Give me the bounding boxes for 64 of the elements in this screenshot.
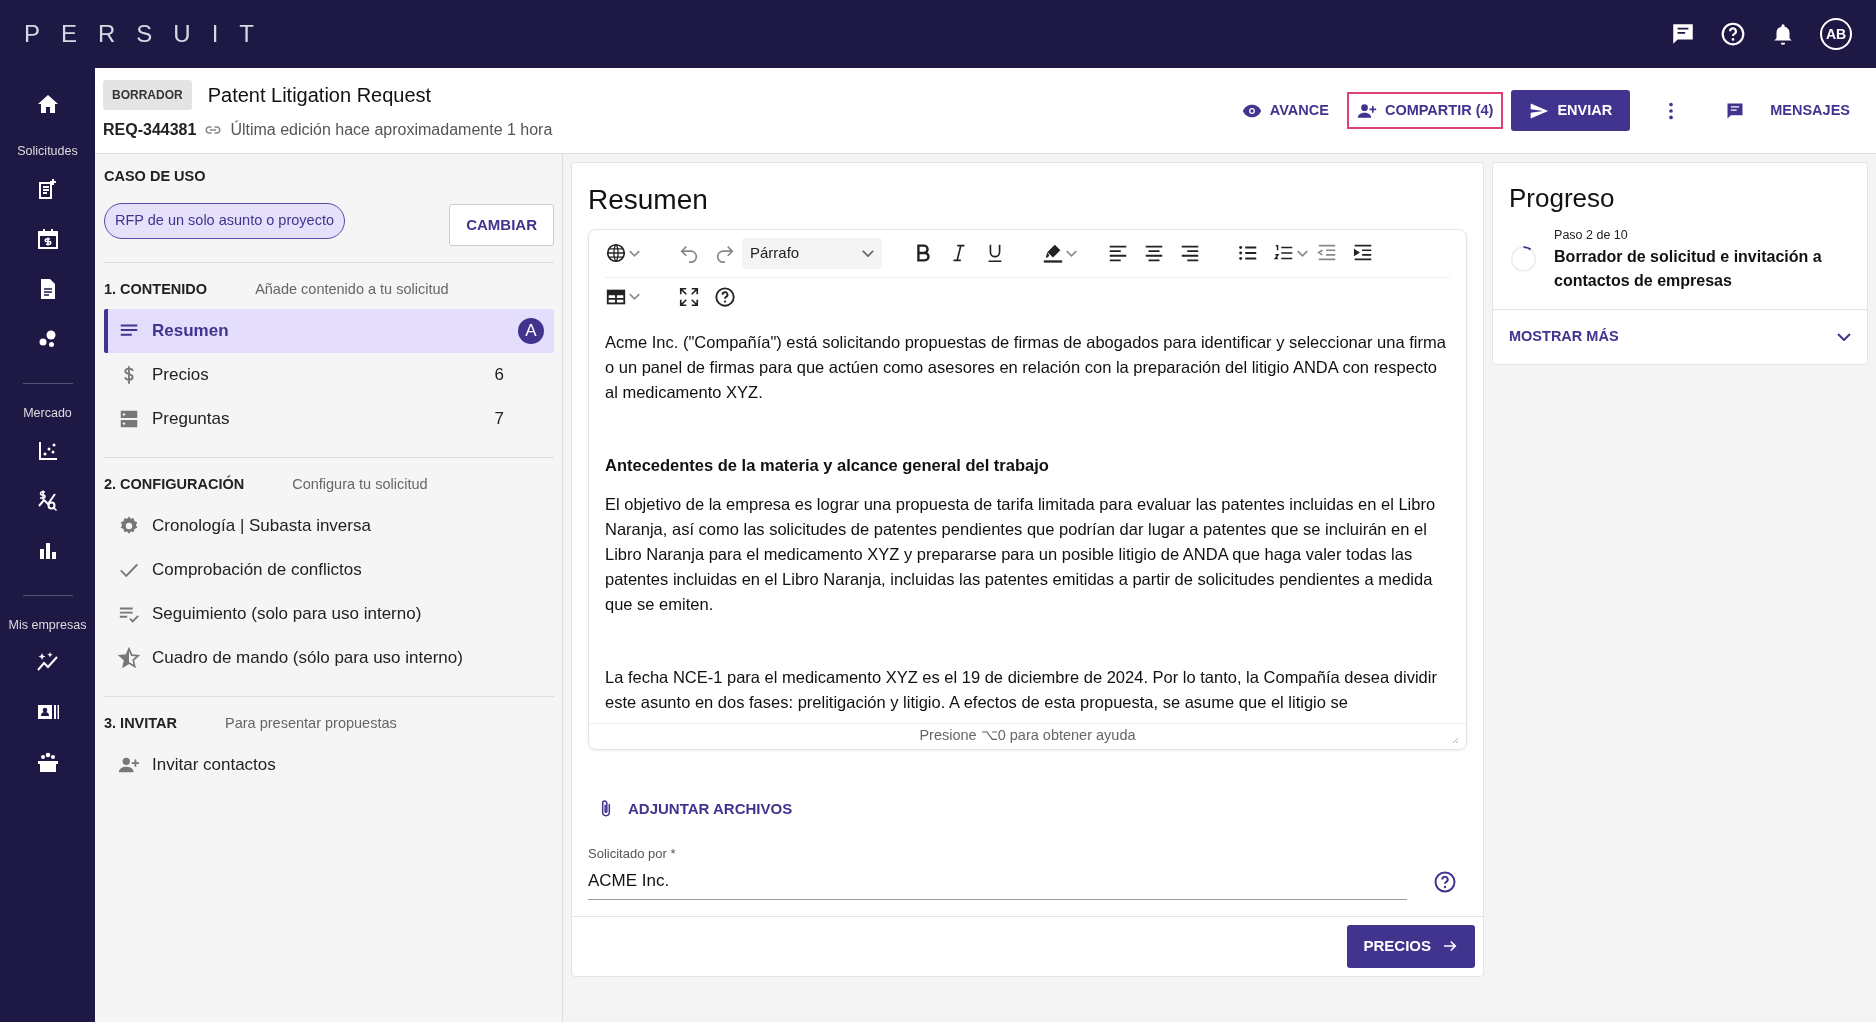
caret-icon	[862, 249, 874, 257]
next-button[interactable]: PRECIOS	[1347, 925, 1475, 968]
sidebar-item[interactable]: Precios 6	[104, 353, 554, 397]
calendar-dollar-icon[interactable]	[35, 226, 60, 251]
section-title: 3. INVITAR	[104, 713, 178, 733]
status-badge: BORRADOR	[103, 79, 192, 110]
nav-section-label: Mercado	[23, 404, 72, 422]
fullscreen-icon[interactable]	[678, 285, 700, 308]
logo: PERSUIT	[23, 19, 275, 49]
sidebar-item[interactable]: Comprobación de conflictos	[104, 547, 554, 592]
progress-title: Progreso	[1509, 182, 1616, 215]
use-case-tag: RFP de un solo asunto o proyecto	[104, 203, 345, 239]
paragraph: La fecha NCE-1 para el medicamento XYZ es el 19 de diciembre de 2024. Por lo tanto, la Compañía desea dividir este asunto en dos fases: prelitigación y litigio. A efectos de esta propuesta, se asume que el litigio se	[605, 666, 1438, 713]
chevron-down-icon	[1837, 332, 1851, 341]
caret-icon[interactable]	[1066, 249, 1077, 257]
price-search-icon[interactable]	[35, 488, 60, 513]
section-subtitle: Configura tu solicitud	[292, 475, 428, 494]
language-icon[interactable]	[605, 242, 627, 265]
attach-files-button[interactable]: ADJUNTAR ARCHIVOS	[596, 797, 793, 820]
sidebar-item[interactable]: Seguimiento (solo para uso interno)	[104, 591, 554, 636]
editor-title: Resumen	[588, 183, 709, 217]
highlighter-icon[interactable]	[1042, 242, 1064, 265]
caret-icon[interactable]	[629, 293, 640, 300]
help-icon[interactable]	[1433, 869, 1457, 894]
sidebar-item[interactable]: Cuadro de mando (sólo para uso interno)	[104, 635, 554, 680]
item-count: 6	[494, 364, 504, 387]
sidebar-item[interactable]: Resumen A	[104, 309, 554, 353]
format-dropdown[interactable]: Párrafo	[742, 238, 882, 269]
paragraph: Acme Inc. ("Compañía") está solicitando propuestas de firmas de abogados para identificar y seleccionar una firma o un panel de firmas para que actúen como asesores en relación con la preparación del litigio ANDA con respecto al medicamento XYZ.	[605, 331, 1447, 403]
nav-section-label: Solicitudes	[17, 143, 78, 160]
sidebar-item[interactable]: Preguntas 7	[104, 397, 554, 441]
send-button[interactable]: ENVIAR	[1511, 89, 1631, 132]
header-action-button[interactable]: COMPARTIR (4)	[1346, 91, 1504, 130]
step-description: Borrador de solicitud e invitación a contactos de empresas	[1554, 246, 1823, 291]
item-count: 7	[494, 408, 504, 431]
show-more-button[interactable]: MOSTRAR MÁS	[1509, 325, 1851, 348]
section-title: 1. CONTENIDO	[104, 280, 208, 300]
requested-by-field[interactable]: ACME Inc.	[588, 863, 1407, 900]
section-subtitle: Para presentar propuestas	[225, 713, 397, 733]
change-button[interactable]: CAMBIAR	[449, 203, 554, 247]
avatar-badge: A	[518, 318, 544, 344]
help-icon[interactable]	[714, 285, 736, 308]
field-label: Solicitado por *	[588, 845, 677, 863]
user-avatar[interactable]: AB	[1820, 18, 1852, 50]
section-subtitle: Añade contenido a tu solicitud	[255, 280, 449, 300]
sidebar-item[interactable]: Cronología | Subasta inversa	[104, 503, 554, 548]
page-title: Patent Litigation Request	[207, 82, 432, 108]
section-title: 2. CONFIGURACIÓN	[104, 474, 245, 494]
section-heading: CASO DE USO	[104, 167, 207, 186]
paragraph: El objetivo de la empresa es lograr una propuesta de tarifa limitada para evaluar las patentes incluidas en el Libro Naranja, así como las solicitudes de patentes pendientes que podrían dar lugar a patentes que se incluirán en el Libro Naranja para el medicamento XYZ y prepararse para un posible litigio de ANDA que haga valer todas las patentes incluidas en el Libro Naranja, incluidas las patentes emitidas a partir de solicitudes pendientes a medida que se emiten.	[605, 493, 1437, 615]
server-rows-icon	[118, 408, 140, 430]
sidebar-item[interactable]: Invitar contactos	[104, 742, 554, 787]
text-heading: Antecedentes de la materia y alcance general del trabajo	[605, 454, 1050, 476]
header-action-button[interactable]: MENSAJES	[1712, 91, 1860, 130]
caret-icon[interactable]	[629, 249, 640, 257]
half-star-icon	[118, 646, 140, 669]
nav-section-label: Mis empresas	[8, 616, 87, 634]
header-action-button[interactable]: AVANCE	[1231, 91, 1339, 130]
team-icon[interactable]	[35, 750, 60, 775]
request-id: REQ-344381	[103, 119, 197, 140]
step-counter: Paso 2 de 10	[1554, 227, 1629, 244]
caret-icon[interactable]	[1297, 249, 1308, 257]
help-hint: Presione ⌥0 para obtener ayuda	[919, 726, 1136, 746]
last-edited-text: Última edición hace aproximadamente 1 hora	[230, 119, 553, 140]
